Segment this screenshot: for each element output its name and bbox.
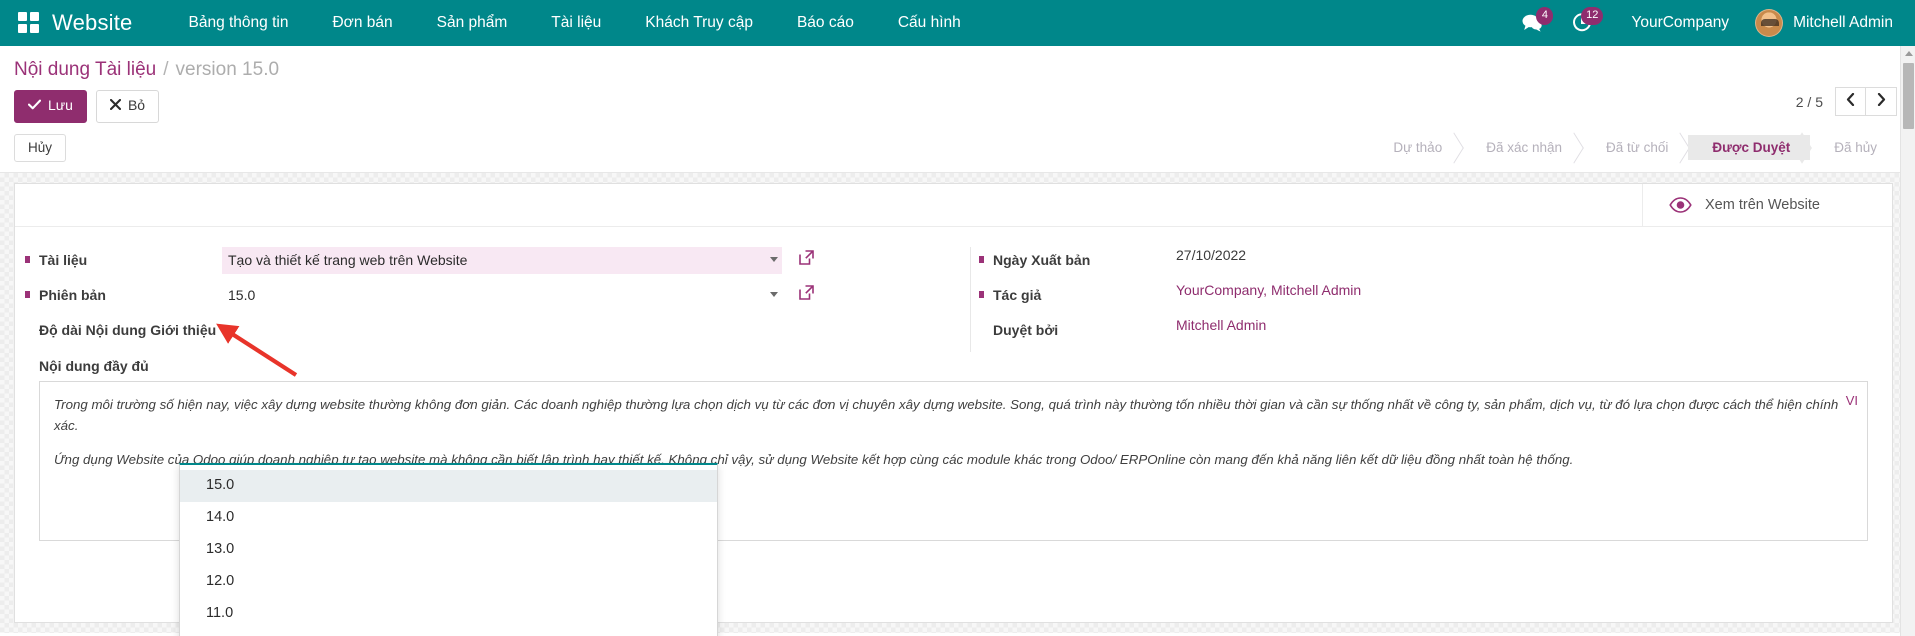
user-menu[interactable]: Mitchell Admin (1749, 0, 1901, 46)
field-label-publish-date: Ngày Xuất bản (993, 247, 1176, 270)
apps-grid-cell (18, 12, 27, 21)
dropdown-option[interactable]: 10.0 (180, 630, 717, 636)
field-row-document: Tài liệu (39, 247, 970, 275)
dropdown-option[interactable]: 13.0 (180, 534, 717, 566)
page-background: Xem trên Website Tài liệu (0, 173, 1915, 633)
form-column-right: Ngày Xuất bản 27/10/2022 Tác giả YourCom… (970, 247, 1892, 352)
document-external-link-icon[interactable] (798, 249, 815, 271)
field-value-approved-by: Mitchell Admin (1176, 317, 1892, 335)
company-switcher[interactable]: YourCompany (1607, 0, 1749, 46)
status-draft[interactable]: Dự thảo (1369, 135, 1462, 160)
menu-item-visitors[interactable]: Khách Truy cập (623, 0, 775, 46)
top-navbar: Website Bảng thông tin Đơn bán Sản phẩm … (0, 0, 1915, 46)
version-external-link-icon[interactable] (798, 284, 815, 306)
messages-menu[interactable]: 4 (1507, 0, 1557, 46)
check-icon (28, 97, 41, 115)
version-dropdown-menu: 15.0 14.0 13.0 12.0 11.0 10.0 9.0 Tìm ki… (179, 463, 718, 636)
apps-grid-icon[interactable] (18, 12, 40, 34)
save-button[interactable]: Lưu (14, 90, 87, 123)
activities-count-badge: 12 (1581, 7, 1603, 25)
form-column-left: Tài liệu (15, 247, 970, 352)
menu-item-reporting[interactable]: Báo cáo (775, 0, 876, 46)
dropdown-option[interactable]: 14.0 (180, 502, 717, 534)
activities-menu[interactable]: 12 (1557, 0, 1607, 46)
discard-button[interactable]: Bỏ (96, 90, 159, 123)
save-button-label: Lưu (48, 97, 73, 115)
field-row-publish-date: Ngày Xuất bản 27/10/2022 (993, 247, 1892, 275)
status-cancelled[interactable]: Đã hủy (1810, 135, 1897, 160)
view-on-website-button[interactable]: Xem trên Website (1642, 184, 1892, 226)
statusbar-row: Hủy Dự thảo Đã xác nhận Đã từ chối Được … (0, 123, 1915, 173)
stat-button-box: Xem trên Website (15, 184, 1892, 227)
scroll-up-arrow-icon[interactable] (1901, 46, 1915, 61)
author-value-link[interactable]: YourCompany, Mitchell Admin (1176, 278, 1361, 298)
apps-grid-cell (30, 24, 39, 33)
pager-buttons (1835, 87, 1897, 116)
chevron-right-icon (1877, 93, 1886, 110)
menu-item-sales-orders[interactable]: Đơn bán (310, 0, 414, 46)
user-avatar (1755, 9, 1783, 37)
cancel-button[interactable]: Hủy (14, 134, 66, 162)
chevron-left-icon (1846, 93, 1855, 110)
field-row-version: Phiên bản (39, 282, 970, 310)
field-value-version (222, 282, 970, 309)
pager: 2 / 5 (1796, 87, 1897, 116)
dropdown-option[interactable]: 15.0 (180, 470, 717, 502)
form-grid: Tài liệu (15, 227, 1892, 352)
navbar-right-tools: 4 12 YourCompany Mitchell Admin (1507, 0, 1901, 46)
document-many2one (222, 247, 970, 274)
status-approved[interactable]: Được Duyệt (1688, 135, 1810, 160)
apps-grid-cell (18, 24, 27, 33)
apps-grid-cell (30, 12, 39, 21)
field-row-teaser-length: Độ dài Nội dung Giới thiệu (39, 317, 970, 345)
eye-icon (1669, 197, 1692, 213)
approved-by-value-link[interactable]: Mitchell Admin (1176, 313, 1266, 333)
main-menu: Bảng thông tin Đơn bán Sản phẩm Tài liệu… (166, 0, 982, 46)
field-row-author: Tác giả YourCompany, Mitchell Admin (993, 282, 1892, 310)
close-icon (110, 97, 121, 115)
breadcrumb-parent[interactable]: Nội dung Tài liệu (14, 59, 156, 81)
field-label-version: Phiên bản (39, 282, 222, 305)
menu-item-dashboard[interactable]: Bảng thông tin (166, 0, 310, 46)
messages-count-badge: 4 (1536, 7, 1553, 25)
breadcrumb-separator: / (163, 59, 168, 81)
pager-previous-button[interactable] (1835, 87, 1866, 116)
menu-item-configuration[interactable]: Cấu hình (876, 0, 983, 46)
view-on-website-label: Xem trên Website (1705, 197, 1820, 213)
full-content-label: Nội dung đầy đủ (39, 358, 1868, 374)
field-value-document (222, 247, 970, 274)
field-row-approved-by: Duyệt bởi Mitchell Admin (993, 317, 1892, 345)
breadcrumb-current: version 15.0 (176, 59, 280, 81)
discard-button-label: Bỏ (128, 97, 145, 115)
publish-date-value[interactable]: 27/10/2022 (1176, 243, 1246, 263)
breadcrumb: Nội dung Tài liệu / version 15.0 (0, 46, 1915, 81)
pager-next-button[interactable] (1866, 87, 1897, 116)
menu-item-products[interactable]: Sản phẩm (415, 0, 530, 46)
dropdown-option[interactable]: 11.0 (180, 598, 717, 630)
dropdown-option[interactable]: 12.0 (180, 566, 717, 598)
field-value-publish-date: 27/10/2022 (1176, 247, 1892, 265)
field-value-author: YourCompany, Mitchell Admin (1176, 282, 1892, 300)
document-input[interactable] (222, 247, 782, 274)
status-confirmed[interactable]: Đã xác nhận (1462, 135, 1582, 160)
scrollbar-thumb[interactable] (1903, 63, 1914, 129)
field-label-document: Tài liệu (39, 247, 222, 270)
field-label-teaser-length: Độ dài Nội dung Giới thiệu (39, 317, 222, 340)
full-content-paragraph-1: Trong môi trường số hiện nay, việc xây d… (54, 394, 1853, 436)
menu-item-documents[interactable]: Tài liệu (529, 0, 623, 46)
field-label-author: Tác giả (993, 282, 1176, 305)
pager-counter: 2 / 5 (1796, 94, 1823, 110)
version-input[interactable] (222, 282, 782, 309)
user-menu-label: Mitchell Admin (1793, 14, 1893, 32)
version-many2one (222, 282, 970, 309)
app-brand-website[interactable]: Website (52, 10, 132, 36)
control-panel: Nội dung Tài liệu / version 15.0 Lưu Bỏ … (0, 46, 1915, 173)
record-actions: Lưu Bỏ 2 / 5 (0, 81, 1915, 123)
field-label-approved-by: Duyệt bởi (993, 317, 1176, 340)
language-badge[interactable]: VI (1846, 393, 1858, 408)
status-refused[interactable]: Đã từ chối (1582, 135, 1688, 160)
page-scrollbar[interactable] (1900, 46, 1915, 636)
statusbar: Dự thảo Đã xác nhận Đã từ chối Được Duyệ… (1369, 135, 1897, 160)
